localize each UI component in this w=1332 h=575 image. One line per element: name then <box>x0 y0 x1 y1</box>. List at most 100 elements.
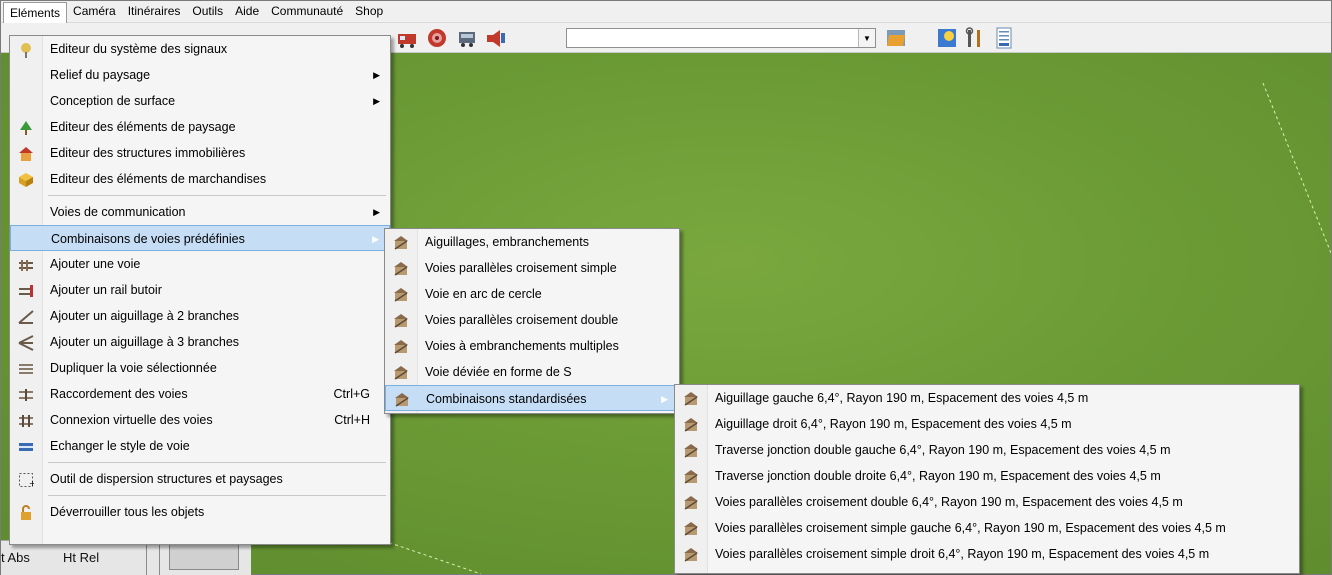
elements-menu-item[interactable]: Editeur des éléments de paysage <box>10 114 390 140</box>
menu-itineraires[interactable]: Itinéraires <box>122 2 187 21</box>
elements-menu-item[interactable]: Raccordement des voies Ctrl+G <box>10 381 390 407</box>
elements-menu-item[interactable]: Conception de surface ▶ <box>10 88 390 114</box>
ht-rel-label[interactable]: Ht Rel <box>63 541 99 575</box>
menu-item-label: Editeur des éléments de paysage <box>50 120 236 134</box>
submenu-arrow-icon: ▶ <box>373 70 380 80</box>
menu-communaute[interactable]: Communauté <box>265 2 349 21</box>
switch-3-icon <box>18 334 34 351</box>
combo-track-icon <box>393 364 409 380</box>
menu-item-label: Voie déviée en forme de S <box>425 365 572 379</box>
buffer-stop-icon <box>18 282 34 298</box>
standard-combo-item[interactable]: Aiguillage droit 6,4°, Rayon 190 m, Espa… <box>675 411 1299 437</box>
menu-separator <box>48 462 386 463</box>
elements-menu-item[interactable]: Ajouter un aiguillage à 2 branches <box>10 303 390 329</box>
elements-menu-item[interactable]: Dupliquer la voie sélectionnée <box>10 355 390 381</box>
duplicate-track-icon <box>18 360 34 376</box>
elements-menu-item[interactable]: Relief du paysage ▶ <box>10 62 390 88</box>
elements-menu-item[interactable]: Ajouter une voie <box>10 251 390 277</box>
combo-track-icon <box>393 234 409 250</box>
elements-menu: Editeur du système des signaux Relief du … <box>9 35 391 545</box>
standard-combo-item[interactable]: Voies parallèles croisement double 6,4°,… <box>675 489 1299 515</box>
menu-item-label: Aiguillage droit 6,4°, Rayon 190 m, Espa… <box>715 417 1072 431</box>
standard-combo-item[interactable]: Traverse jonction double gauche 6,4°, Ra… <box>675 437 1299 463</box>
chevron-down-icon[interactable]: ▼ <box>858 29 875 47</box>
elements-menu-item[interactable]: Connexion virtuelle des voies Ctrl+H <box>10 407 390 433</box>
elements-menu-item[interactable]: Déverrouiller tous les objets <box>10 499 390 525</box>
menu-separator <box>48 195 386 196</box>
combo-track-icon <box>683 416 699 432</box>
standard-combo-item[interactable]: Traverse jonction double droite 6,4°, Ra… <box>675 463 1299 489</box>
menu-outils[interactable]: Outils <box>186 2 229 21</box>
submenu-arrow-icon: ▶ <box>373 207 380 217</box>
menu-item-label: Editeur du système des signaux <box>50 42 228 56</box>
landscape-editor-icon <box>18 119 34 135</box>
target-icon[interactable] <box>426 27 448 49</box>
menu-item-label: Traverse jonction double gauche 6,4°, Ra… <box>715 443 1171 457</box>
combo-track-icon <box>394 391 410 407</box>
menu-item-label: Conception de surface <box>50 94 176 108</box>
shortcut-label: Ctrl+H <box>334 413 370 427</box>
ht-abs-label[interactable]: t Abs <box>1 541 30 575</box>
menu-item-label: Ajouter un aiguillage à 3 branches <box>50 335 240 349</box>
menu-camera[interactable]: Caméra <box>67 2 122 21</box>
object-combobox[interactable]: ▼ <box>566 28 876 48</box>
submenu-arrow-icon: ▶ <box>372 234 379 244</box>
menu-item-label: Ajouter un rail butoir <box>50 283 162 297</box>
menu-item-label: Raccordement des voies <box>50 387 188 401</box>
menu-item-label: Echanger le style de voie <box>50 439 190 453</box>
shortcut-label: Ctrl+G <box>333 387 370 401</box>
elements-menu-item[interactable]: Editeur du système des signaux <box>10 36 390 62</box>
wagon-icon[interactable] <box>456 27 478 49</box>
menu-item-label: Voies parallèles croisement simple droit… <box>715 547 1210 561</box>
menu-item-label: Voies parallèles croisement simple <box>425 261 617 275</box>
elements-menu-item[interactable]: Ajouter un rail butoir <box>10 277 390 303</box>
sky-icon[interactable] <box>936 27 958 49</box>
menu-item-label: Voies parallèles croisement double <box>425 313 619 327</box>
connect-tracks-icon <box>18 386 34 402</box>
menu-item-label: Déverrouiller tous les objets <box>50 505 205 519</box>
switch-2-icon <box>18 308 34 324</box>
elements-menu-item[interactable]: Combinaisons de voies prédéfinies ▶ <box>10 225 390 251</box>
predefined-combo-item[interactable]: Aiguillages, embranchements <box>385 229 679 255</box>
menubar: Eléments Caméra Itinéraires Outils Aide … <box>1 1 1331 23</box>
elements-menu-item[interactable]: + Outil de dispersion structures et paysa… <box>10 466 390 492</box>
add-track-icon <box>18 256 34 272</box>
elements-menu-item[interactable]: Editeur des structures immobilières <box>10 140 390 166</box>
elements-menu-item[interactable]: Voies de communication ▶ <box>10 199 390 225</box>
predefined-combo-item[interactable]: Voie déviée en forme de S <box>385 359 679 385</box>
predefined-combo-item[interactable]: Combinaisons standardisées ▶ <box>385 385 679 411</box>
building-editor-icon <box>18 145 34 161</box>
sound-icon[interactable] <box>485 27 507 49</box>
combo-track-icon <box>683 546 699 562</box>
elements-menu-item[interactable]: Editeur des éléments de marchandises <box>10 166 390 192</box>
train-icon[interactable] <box>396 27 418 49</box>
combo-track-icon <box>393 286 409 302</box>
standard-combinations-submenu: Aiguillage gauche 6,4°, Rayon 190 m, Esp… <box>674 384 1300 574</box>
standard-combo-item[interactable]: Voies parallèles croisement simple droit… <box>675 541 1299 567</box>
height-tool-button[interactable] <box>169 544 239 570</box>
menu-item-label: Ajouter un aiguillage à 2 branches <box>50 309 240 323</box>
scatter-tool-icon: + <box>18 471 36 488</box>
menu-item-label: Voies de communication <box>50 205 186 219</box>
lua-script-icon[interactable] <box>993 27 1015 49</box>
standard-combo-item[interactable]: Aiguillage gauche 6,4°, Rayon 190 m, Esp… <box>675 385 1299 411</box>
standard-combo-item[interactable]: Voies parallèles croisement simple gauch… <box>675 515 1299 541</box>
menu-shop[interactable]: Shop <box>349 2 389 21</box>
open-file-icon[interactable] <box>885 27 907 49</box>
menu-elements[interactable]: Eléments <box>3 2 68 23</box>
height-toolstrip: t Abs Ht Rel <box>1 540 251 575</box>
menu-item-label: Outil de dispersion structures et paysag… <box>50 472 283 486</box>
predefined-combo-item[interactable]: Voies à embranchements multiples <box>385 333 679 359</box>
elements-menu-item[interactable]: Echanger le style de voie <box>10 433 390 459</box>
elements-menu-item[interactable]: Ajouter un aiguillage à 3 branches <box>10 329 390 355</box>
menu-aide[interactable]: Aide <box>229 2 265 21</box>
goods-editor-icon <box>18 171 34 187</box>
predefined-combo-item[interactable]: Voies parallèles croisement double <box>385 307 679 333</box>
predefined-combo-item[interactable]: Voies parallèles croisement simple <box>385 255 679 281</box>
menu-item-label: Traverse jonction double droite 6,4°, Ra… <box>715 469 1161 483</box>
menu-item-label: Voies à embranchements multiples <box>425 339 619 353</box>
tools-icon[interactable] <box>963 27 985 49</box>
combo-track-icon <box>683 520 699 536</box>
predefined-combo-item[interactable]: Voie en arc de cercle <box>385 281 679 307</box>
menu-item-label: Relief du paysage <box>50 68 151 82</box>
